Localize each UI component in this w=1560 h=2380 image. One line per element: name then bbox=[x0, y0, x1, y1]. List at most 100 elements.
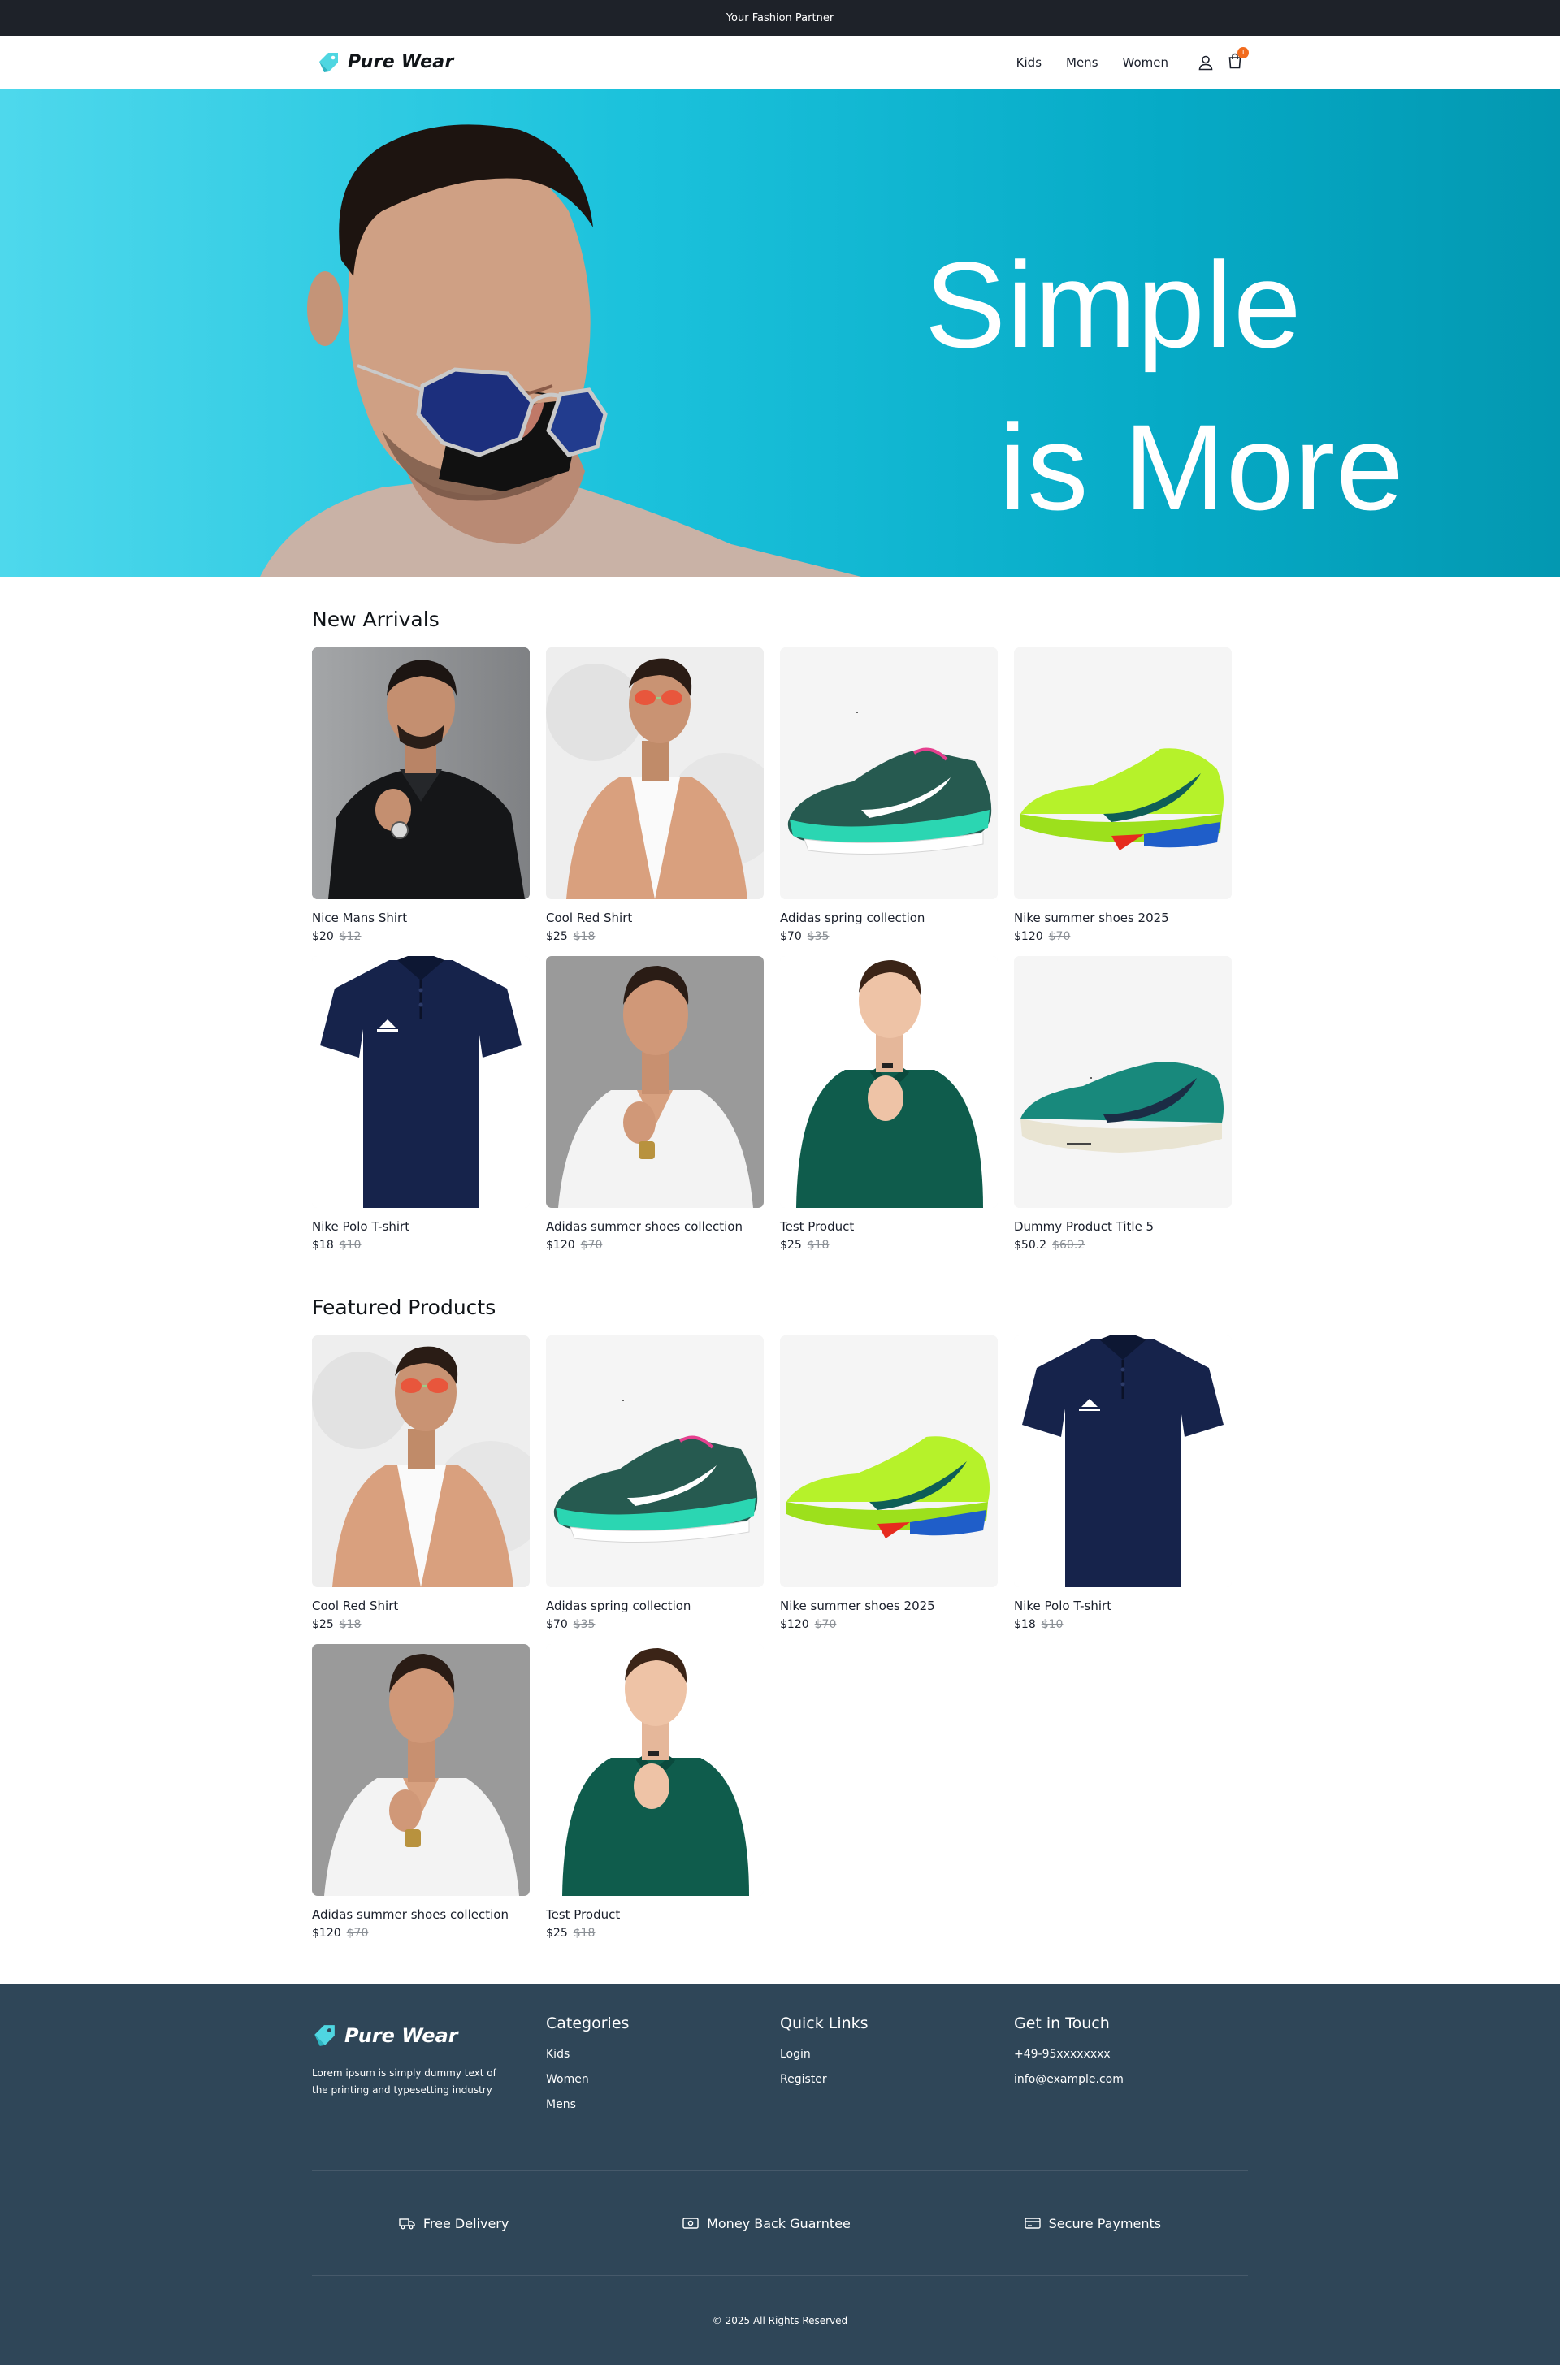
old-price: $70 bbox=[580, 1239, 603, 1252]
user-icon[interactable] bbox=[1198, 54, 1214, 71]
footer-link-register[interactable]: Register bbox=[780, 2067, 1014, 2092]
hero-banner: Simple is More bbox=[0, 89, 1560, 577]
footer-heading: Categories bbox=[546, 2014, 630, 2032]
cart-button[interactable]: 1 bbox=[1227, 46, 1249, 72]
current-price: $120 bbox=[1014, 930, 1043, 943]
product-name[interactable]: Nike summer shoes 2025 bbox=[780, 1599, 998, 1613]
hero-headline-line-2: is More bbox=[999, 399, 1405, 535]
old-price: $35 bbox=[573, 1618, 596, 1631]
product-name[interactable]: Nike summer shoes 2025 bbox=[1014, 911, 1232, 925]
footer-link-kids[interactable]: Kids bbox=[546, 2042, 780, 2067]
nav-link-women[interactable]: Women bbox=[1123, 55, 1168, 70]
nav-link-mens[interactable]: Mens bbox=[1066, 55, 1098, 70]
old-price: $10 bbox=[1041, 1618, 1064, 1631]
brand-name: Pure Wear bbox=[348, 52, 454, 72]
product-image[interactable] bbox=[1014, 956, 1232, 1208]
product-image[interactable] bbox=[312, 1644, 530, 1896]
product-image[interactable] bbox=[1014, 1335, 1232, 1587]
footer-brand-name: Pure Wear bbox=[344, 2024, 458, 2047]
product-name[interactable]: Test Product bbox=[780, 1219, 998, 1234]
product-card[interactable]: Test Product $25 $18 bbox=[780, 956, 998, 1252]
product-card[interactable]: Nice Mans Shirt $20 $12 bbox=[312, 647, 530, 943]
product-card[interactable]: Nike Polo T-shirt $18 $10 bbox=[312, 956, 530, 1252]
nav-link-kids[interactable]: Kids bbox=[1016, 55, 1042, 70]
product-price: $25 $18 bbox=[546, 1927, 764, 1940]
product-name[interactable]: Adidas spring collection bbox=[780, 911, 998, 925]
product-image[interactable] bbox=[312, 956, 530, 1208]
feature-secure-payments: Secure Payments bbox=[1024, 2216, 1161, 2231]
product-image[interactable] bbox=[780, 956, 998, 1208]
current-price: $120 bbox=[780, 1618, 809, 1631]
product-card[interactable]: Adidas spring collection $70 $35 bbox=[546, 1335, 764, 1631]
current-price: $25 bbox=[312, 1618, 334, 1631]
featured-products-section: Featured Products Cool Red Shirt $25 $18 … bbox=[312, 1296, 1248, 1940]
service-features: Free Delivery Money Back Guarntee Secure… bbox=[312, 2171, 1248, 2275]
product-image[interactable] bbox=[780, 1335, 998, 1587]
product-image[interactable] bbox=[546, 956, 764, 1208]
product-card[interactable]: Nike summer shoes 2025 $120 $70 bbox=[780, 1335, 998, 1631]
product-name[interactable]: Dummy Product Title 5 bbox=[1014, 1219, 1232, 1234]
product-price: $120 $70 bbox=[780, 1618, 998, 1631]
product-card[interactable]: Nike summer shoes 2025 $120 $70 bbox=[1014, 647, 1232, 943]
product-image[interactable] bbox=[312, 1335, 530, 1587]
product-name[interactable]: Nice Mans Shirt bbox=[312, 911, 530, 925]
product-price: $50.2 $60.2 bbox=[1014, 1239, 1232, 1252]
footer-link-mens[interactable]: Mens bbox=[546, 2092, 780, 2118]
old-price: $18 bbox=[573, 930, 596, 943]
announcement-text: Your Fashion Partner bbox=[726, 11, 834, 24]
hero-headline: Simple is More bbox=[894, 223, 1405, 548]
current-price: $120 bbox=[312, 1927, 341, 1940]
product-card[interactable]: Adidas summer shoes collection $120 $70 bbox=[546, 956, 764, 1252]
product-grid: Cool Red Shirt $25 $18 Adidas spring coll… bbox=[312, 1335, 1248, 1940]
old-price: $70 bbox=[346, 1927, 369, 1940]
footer-link-women[interactable]: Women bbox=[546, 2067, 780, 2092]
current-price: $25 bbox=[546, 1927, 568, 1940]
product-card[interactable]: Adidas summer shoes collection $120 $70 bbox=[312, 1644, 530, 1940]
tag-icon bbox=[319, 52, 338, 72]
product-card[interactable]: Test Product $25 $18 bbox=[546, 1644, 764, 1940]
old-price: $70 bbox=[1048, 930, 1071, 943]
product-image[interactable] bbox=[546, 647, 764, 899]
product-price: $25 $18 bbox=[546, 930, 764, 943]
product-price: $120 $70 bbox=[312, 1927, 530, 1940]
truck-icon bbox=[399, 2218, 415, 2230]
product-card[interactable]: Dummy Product Title 5 $50.2 $60.2 bbox=[1014, 956, 1232, 1252]
product-card[interactable]: Adidas spring collection $70 $35 bbox=[780, 647, 998, 943]
product-name[interactable]: Cool Red Shirt bbox=[546, 911, 764, 925]
product-price: $18 $10 bbox=[1014, 1618, 1232, 1631]
product-image[interactable] bbox=[1014, 647, 1232, 899]
product-image[interactable] bbox=[546, 1644, 764, 1896]
feature-free-delivery: Free Delivery bbox=[399, 2216, 509, 2231]
product-price: $25 $18 bbox=[780, 1239, 998, 1252]
product-price: $20 $12 bbox=[312, 930, 530, 943]
product-name[interactable]: Cool Red Shirt bbox=[312, 1599, 530, 1613]
old-price: $35 bbox=[807, 930, 830, 943]
brand-logo[interactable]: Pure Wear bbox=[317, 52, 454, 73]
product-price: $18 $10 bbox=[312, 1239, 530, 1252]
footer-about-text: Lorem ipsum is simply dummy text of the … bbox=[312, 2067, 496, 2096]
product-image[interactable] bbox=[546, 1335, 764, 1587]
product-name[interactable]: Nike Polo T-shirt bbox=[1014, 1599, 1232, 1613]
current-price: $70 bbox=[546, 1618, 568, 1631]
product-name[interactable]: Adidas summer shoes collection bbox=[546, 1219, 764, 1234]
contact-phone[interactable]: +49-95xxxxxxxx bbox=[1014, 2042, 1248, 2067]
footer-logo[interactable]: Pure Wear bbox=[312, 2024, 546, 2047]
product-name[interactable]: Test Product bbox=[546, 1907, 764, 1922]
current-price: $50.2 bbox=[1014, 1239, 1047, 1252]
product-name[interactable]: Adidas summer shoes collection bbox=[312, 1907, 530, 1922]
product-card[interactable]: Nike Polo T-shirt $18 $10 bbox=[1014, 1335, 1232, 1631]
product-name[interactable]: Adidas spring collection bbox=[546, 1599, 764, 1613]
product-image[interactable] bbox=[780, 647, 998, 899]
current-price: $70 bbox=[780, 930, 802, 943]
footer-link-login[interactable]: Login bbox=[780, 2042, 1014, 2067]
product-name[interactable]: Nike Polo T-shirt bbox=[312, 1219, 530, 1234]
announcement-bar: Your Fashion Partner bbox=[0, 0, 1560, 36]
product-image[interactable] bbox=[312, 647, 530, 899]
hero-headline-line-1: Simple bbox=[925, 236, 1302, 373]
current-price: $25 bbox=[546, 930, 568, 943]
contact-email[interactable]: info@example.com bbox=[1014, 2067, 1248, 2092]
hero-model-image bbox=[260, 124, 861, 577]
product-card[interactable]: Cool Red Shirt $25 $18 bbox=[312, 1335, 530, 1631]
money-icon bbox=[682, 2218, 699, 2229]
product-card[interactable]: Cool Red Shirt $25 $18 bbox=[546, 647, 764, 943]
